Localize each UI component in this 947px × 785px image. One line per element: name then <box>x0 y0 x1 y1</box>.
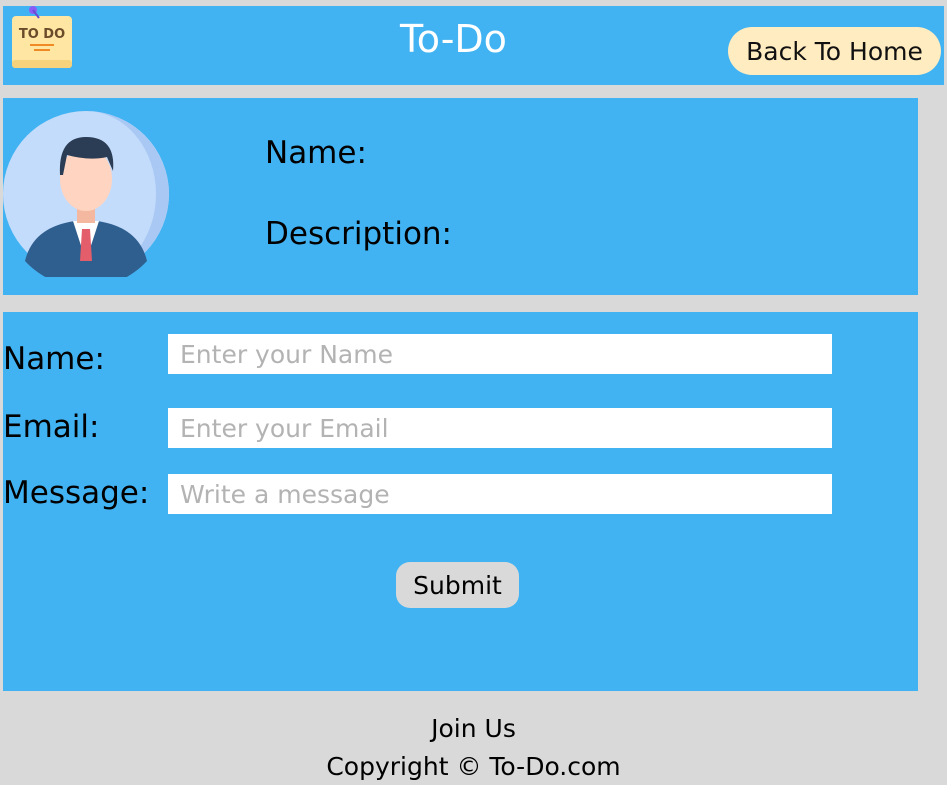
todo-logo: TO DO <box>12 6 72 68</box>
name-input[interactable] <box>168 334 832 374</box>
submit-button[interactable]: Submit <box>396 562 519 608</box>
message-label: Message: <box>3 475 150 511</box>
email-input[interactable] <box>168 408 832 448</box>
email-label: Email: <box>3 409 100 445</box>
page-title: To-Do <box>400 17 507 61</box>
contact-form: Name: Email: Message: Submit <box>3 312 918 691</box>
avatar <box>3 111 169 277</box>
profile-card: Name: Description: <box>3 98 918 295</box>
logo-text: TO DO <box>19 27 65 42</box>
profile-name-label: Name: <box>265 135 367 171</box>
profile-description-label: Description: <box>265 216 452 252</box>
name-label: Name: <box>3 341 105 377</box>
copyright-text: Copyright © To-Do.com <box>326 752 621 781</box>
header-bar: TO DO To-Do Back To Home <box>3 6 944 85</box>
join-us-link[interactable]: Join Us <box>0 714 947 743</box>
message-input[interactable] <box>168 474 832 514</box>
back-to-home-button[interactable]: Back To Home <box>728 27 941 75</box>
